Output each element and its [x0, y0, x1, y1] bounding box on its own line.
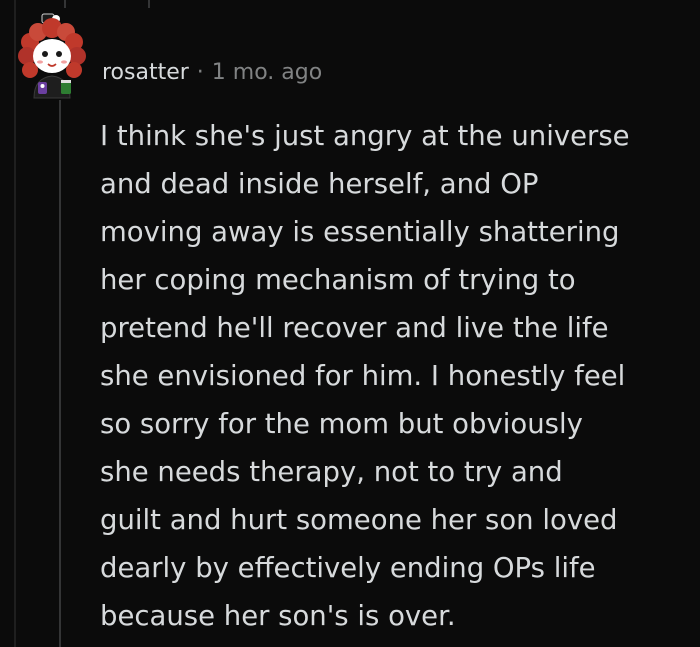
comment-body: I think she's just angry at the universe… [100, 112, 690, 640]
comment-line: moving away is essentially shattering [100, 216, 620, 248]
thread-tick [64, 0, 66, 8]
user-avatar[interactable] [16, 12, 88, 102]
username-link[interactable]: rosatter [102, 60, 189, 85]
comment-line: she envisioned for him. I honestly feel [100, 360, 626, 392]
comment-line: dearly by effectively ending OPs life [100, 552, 596, 584]
comment-timestamp[interactable]: 1 mo. ago [212, 60, 322, 85]
comment-line: her coping mechanism of trying to [100, 264, 576, 296]
meta-separator: · [196, 60, 204, 85]
comment-meta: rosatter · 1 mo. ago [102, 58, 322, 88]
comment-line: she needs therapy, not to try and [100, 456, 563, 488]
comment-line: pretend he'll recover and live the life [100, 312, 609, 344]
comment-line: guilt and hurt someone her son loved [100, 504, 618, 536]
user-avatar-icon [18, 13, 86, 99]
comment-line: because her son's is over. [100, 600, 456, 632]
comment-screen: rosatter · 1 mo. ago I think she's just an… [0, 0, 700, 647]
thread-collapse-line[interactable] [59, 100, 61, 647]
comment-line: so sorry for the mom but obviously [100, 408, 583, 440]
comment-line: and dead inside herself, and OP [100, 168, 539, 200]
comment-line: I think she's just angry at the universe [100, 120, 630, 152]
thread-tick [148, 0, 150, 8]
